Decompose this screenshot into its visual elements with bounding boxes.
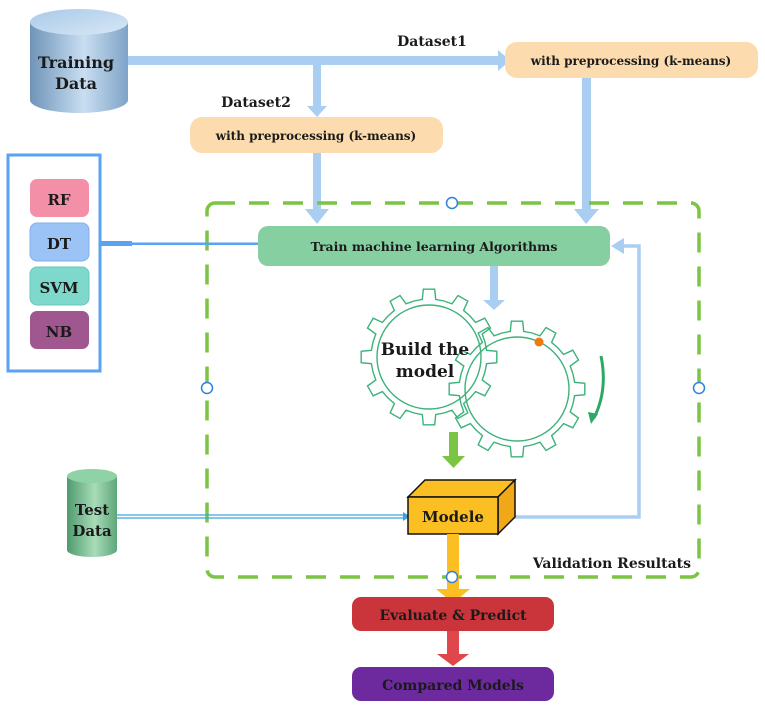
test-data-label-line2: Data — [72, 522, 112, 540]
algorithm-svm: SVM — [29, 266, 90, 306]
compared-models-box: Compared Models — [352, 667, 554, 701]
algorithm-rf: RF — [30, 179, 89, 217]
gears-icon — [360, 288, 586, 458]
arrow-evaluate-to-compared — [437, 631, 469, 666]
gear-marker-dot — [534, 337, 544, 347]
svg-text:Evaluate & Predict: Evaluate & Predict — [379, 608, 527, 624]
handle-top[interactable] — [445, 196, 459, 210]
arrow-gears-to-model — [442, 432, 465, 468]
arrow-train-to-gears — [483, 266, 505, 310]
preprocessing-box-dataset2: with preprocessing (k-means) — [190, 117, 443, 153]
svg-text:Modele: Modele — [422, 508, 484, 526]
arrow-test-to-model — [117, 512, 410, 521]
arrow-model-to-evaluate — [436, 534, 470, 603]
preprocessing-label-1: with preprocessing (k-means) — [530, 54, 731, 68]
svg-text:Compared Models: Compared Models — [382, 678, 524, 694]
model-box: Modele — [406, 478, 517, 536]
training-data-label-line2: Data — [55, 74, 97, 93]
dataset2-label: Dataset2 — [221, 95, 291, 111]
rotation-arrow-icon — [592, 355, 605, 419]
svg-text:DT: DT — [47, 235, 72, 253]
training-data-label-line1: Training — [38, 53, 114, 72]
rotation-arrowhead — [588, 412, 598, 424]
svg-text:RF: RF — [47, 191, 70, 209]
handle-right[interactable] — [692, 381, 706, 395]
training-data-cylinder: Training Data — [30, 9, 128, 113]
dataset1-label: Dataset1 — [397, 34, 467, 50]
gears-label-line1: Build the — [381, 340, 470, 360]
arrow-to-dataset2 — [307, 64, 327, 117]
ml-workflow-diagram: Training Data Dataset1 Dataset2 with pre… — [6, 9, 758, 701]
algorithm-nb: NB — [30, 311, 89, 349]
gear-right-ring — [464, 336, 570, 442]
validation-results-label: Validation Resultats — [532, 556, 691, 572]
connector-algorithms-to-train — [100, 241, 260, 246]
algorithms-panel: RF DT SVM NB — [6, 153, 102, 373]
handle-bottom[interactable] — [445, 570, 459, 584]
algorithm-dt: DT — [29, 222, 90, 262]
preprocessing-box-dataset1: with preprocessing (k-means) — [505, 42, 758, 78]
evaluate-predict-box: Evaluate & Predict — [352, 597, 554, 631]
svg-text:NB: NB — [46, 323, 72, 341]
svg-text:SVM: SVM — [39, 279, 78, 297]
gears-label-line2: model — [396, 362, 455, 382]
train-algorithms-box: Train machine learning Algorithms — [258, 226, 610, 266]
svg-text:Train machine learning Algorit: Train machine learning Algorithms — [311, 239, 558, 254]
test-data-label-line1: Test — [75, 501, 109, 519]
feedback-arrow-model-to-train — [510, 238, 641, 519]
preprocessing-label-2: with preprocessing (k-means) — [215, 129, 416, 143]
test-data-cylinder: Test Data — [67, 469, 117, 557]
arrow-preprocess2-to-train — [305, 153, 329, 224]
handle-left[interactable] — [200, 381, 214, 395]
